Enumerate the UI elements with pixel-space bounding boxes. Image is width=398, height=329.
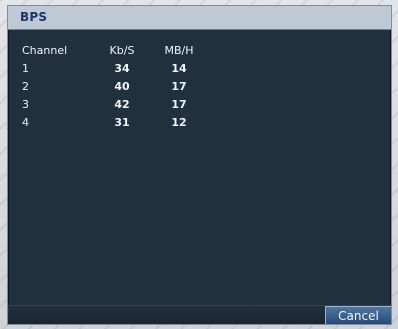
cancel-button[interactable]: Cancel bbox=[325, 306, 391, 324]
channel-cell: 1 bbox=[22, 62, 29, 75]
column-kbs: Kb/S bbox=[109, 44, 135, 57]
mbh-cell: 12 bbox=[171, 116, 187, 129]
dialog-title: BPS bbox=[20, 10, 48, 24]
dialog-title-bar: BPS bbox=[8, 6, 391, 30]
bps-dialog: BPS Channel Kb/S MB/H 1 34 14 2 40 17 3 … bbox=[7, 5, 392, 325]
bps-content: Channel Kb/S MB/H 1 34 14 2 40 17 3 42 1… bbox=[8, 30, 391, 132]
table-row: 1 34 14 bbox=[8, 60, 391, 78]
mbh-cell: 17 bbox=[171, 98, 187, 111]
column-channel: Channel bbox=[22, 44, 68, 57]
table-row: 4 31 12 bbox=[8, 114, 391, 132]
bps-table: Channel Kb/S MB/H 1 34 14 2 40 17 3 42 1… bbox=[8, 42, 391, 132]
mbh-cell: 14 bbox=[171, 62, 187, 75]
mbh-cell: 17 bbox=[171, 80, 187, 93]
channel-cell: 4 bbox=[22, 116, 29, 129]
kbs-cell: 34 bbox=[114, 62, 130, 75]
channel-cell: 3 bbox=[22, 98, 29, 111]
table-row: 2 40 17 bbox=[8, 78, 391, 96]
channel-cell: 2 bbox=[22, 80, 29, 93]
kbs-cell: 42 bbox=[114, 98, 130, 111]
kbs-cell: 40 bbox=[114, 80, 130, 93]
column-mbh: MB/H bbox=[164, 44, 194, 57]
dialog-footer: Cancel bbox=[8, 305, 391, 324]
table-row: 3 42 17 bbox=[8, 96, 391, 114]
kbs-cell: 31 bbox=[114, 116, 130, 129]
table-header-row: Channel Kb/S MB/H bbox=[8, 42, 391, 60]
